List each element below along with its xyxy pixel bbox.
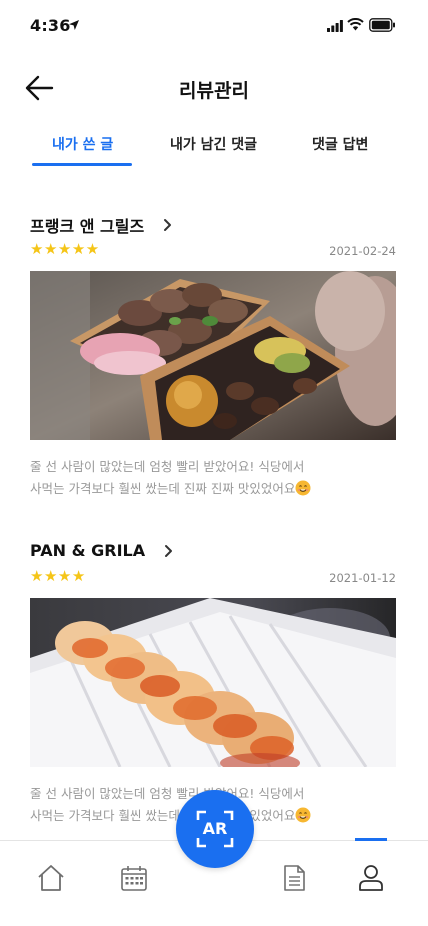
cellular-signal-icon (327, 20, 343, 32)
review-text: 줄 선 사람이 많았는데 엄청 빨리 받았어요! 식당에서 사먹는 가격보다 훨… (30, 456, 396, 500)
nav-profile[interactable] (356, 863, 388, 895)
status-time: 4:36 (30, 16, 71, 35)
chevron-right-icon (164, 219, 172, 231)
restaurant-name: 프랭크 앤 그릴즈 (30, 217, 145, 236)
star-rating: ★★★★ (30, 567, 86, 585)
nav-calendar[interactable] (119, 863, 151, 895)
review-date: 2021-01-12 (329, 571, 396, 585)
document-icon (284, 865, 305, 891)
restaurant-link[interactable]: PAN & GRILA (30, 540, 173, 564)
tab-bar-top: 내가 쓴 글 내가 남긴 댓글 댓글 답변 (0, 130, 428, 170)
review-text-line: 사먹는 가격보다 훨씬 쌌는데 진짜 진짜 맛있었어요 (30, 481, 296, 496)
restaurant-name: PAN & GRILA (30, 541, 146, 560)
review-photo-food-box[interactable] (30, 271, 396, 440)
header: 리뷰관리 (0, 66, 428, 112)
star-rating: ★★★★★ (30, 240, 100, 258)
chevron-right-icon (165, 544, 173, 557)
review-text-line: 줄 선 사람이 많았는데 엄청 빨리 받았어요! 식당에서 (30, 459, 305, 474)
page-title: 리뷰관리 (179, 80, 249, 102)
battery-icon (369, 18, 395, 32)
review-card: 프랭크 앤 그릴즈 ★★★★★ 2021-02-24 줄 선 사람이 많았는데 … (30, 213, 398, 503)
location-arrow-icon (69, 20, 79, 30)
review-photo-shrimp-skewers[interactable] (30, 598, 396, 767)
smiling-face-icon (295, 480, 311, 496)
nav-home[interactable] (36, 863, 68, 895)
review-card: PAN & GRILA ★★★★ 2021-01-12 줄 선 사람이 많았는데… (30, 540, 398, 830)
smiling-face-icon (295, 807, 311, 823)
tab-comment-replies[interactable]: 댓글 답변 (312, 134, 368, 154)
home-icon (38, 865, 64, 891)
status-bar: 4:36 (0, 0, 428, 54)
tab-active-indicator (32, 163, 132, 166)
bottom-nav-active-indicator (355, 838, 387, 841)
tab-my-posts[interactable]: 내가 쓴 글 (52, 134, 113, 154)
ar-label: AR (202, 819, 228, 838)
ar-button[interactable]: AR (176, 790, 254, 868)
calendar-icon (121, 866, 147, 891)
nav-documents[interactable] (279, 863, 311, 895)
wifi-icon (347, 18, 364, 31)
tab-my-comments[interactable]: 내가 남긴 댓글 (170, 134, 257, 154)
review-date: 2021-02-24 (329, 244, 396, 258)
review-text-line: 사먹는 가격보다 훨씬 쌌는데 진짜 진짜 맛있었어요 (30, 808, 296, 823)
profile-icon (359, 865, 383, 891)
restaurant-link[interactable]: 프랭크 앤 그릴즈 (30, 213, 172, 237)
